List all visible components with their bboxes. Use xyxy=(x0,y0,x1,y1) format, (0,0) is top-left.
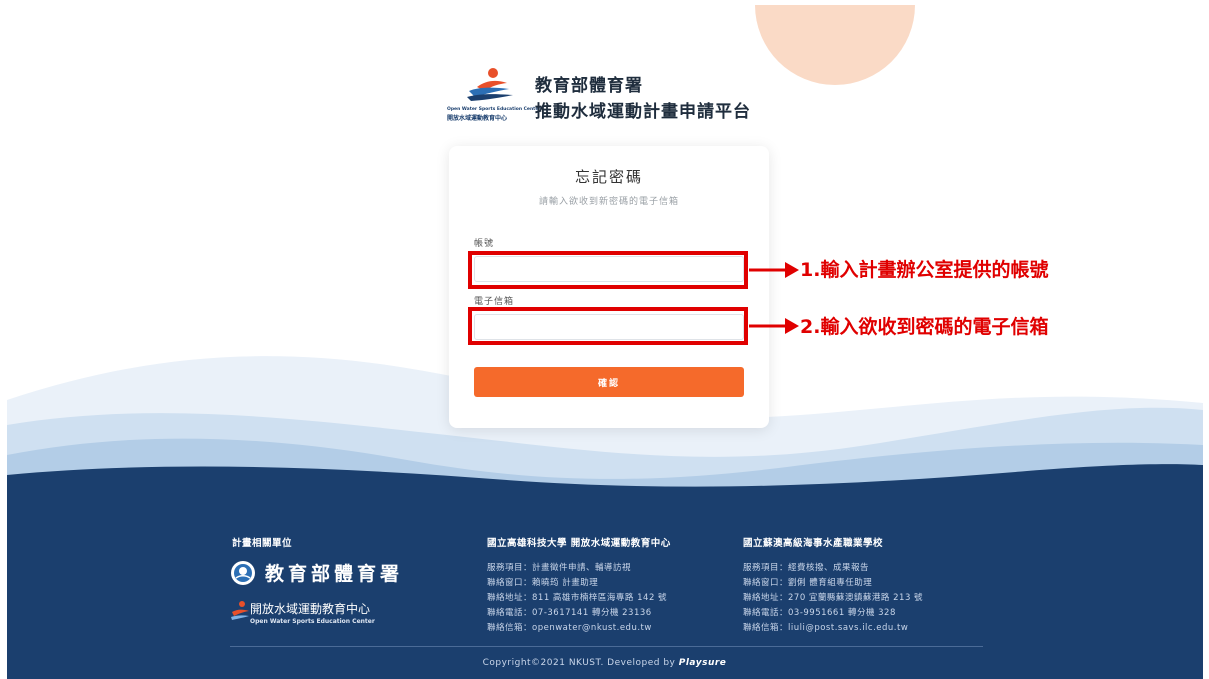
nkust-email[interactable]: 聯絡信箱：openwater@nkust.edu.tw xyxy=(487,621,652,633)
savs-contact: 聯絡窗口：劉俐 體育組專任助理 xyxy=(743,578,873,588)
swimmer-logo-icon xyxy=(467,68,513,101)
nkust-phone: 聯絡電話：07-3617141 轉分機 23136 xyxy=(487,608,652,618)
email-highlight-box xyxy=(468,307,748,345)
annotation-email-note: 2.輸入欲收到密碼的電子信箱 xyxy=(800,316,1049,338)
footer-divider xyxy=(230,646,983,647)
center-footer-name: 開放水域運動教育中心 xyxy=(250,602,371,616)
account-label: 帳號 xyxy=(474,239,495,249)
center-logo: Open Water Sports Education Center 開放水域運… xyxy=(447,67,541,123)
email-label: 電子信箱 xyxy=(474,297,515,307)
arrow-right-icon xyxy=(749,262,799,278)
savs-title: 國立蘇澳高級海事水產職業學校 xyxy=(743,538,884,549)
copyright: Copyright©2021 NKUST. Developed by Plays… xyxy=(0,658,1209,668)
site-title-org: 教育部體育署 xyxy=(535,76,643,96)
nkust-service: 服務項目：計畫徵件申請、輔導訪視 xyxy=(487,563,632,573)
site-title-platform: 推動水域運動計畫申請平台 xyxy=(535,102,751,122)
sports-admin-seal-icon xyxy=(231,561,255,585)
savs-phone: 聯絡電話：03-9951661 轉分機 328 xyxy=(743,608,896,618)
card-subtitle: 請輸入欲收到新密碼的電子信箱 xyxy=(538,197,679,207)
card-title: 忘記密碼 xyxy=(574,168,643,186)
arrow-right-icon xyxy=(749,318,799,334)
nkust-title: 國立高雄科技大學 開放水域運動教育中心 xyxy=(487,538,671,549)
center-footer-logo-icon xyxy=(231,601,249,620)
nkust-contact: 聯絡窗口：賴曉筠 計畫助理 xyxy=(487,578,599,588)
center-logo-zh-text: 開放水域運動教育中心 xyxy=(447,115,508,122)
savs-email[interactable]: 聯絡信箱：liuli@post.savs.ilc.edu.tw xyxy=(743,621,908,633)
center-footer-name-en: Open Water Sports Education Center xyxy=(250,618,375,625)
footer-related-title: 計畫相關單位 xyxy=(232,538,293,549)
center-logo-en-text: Open Water Sports Education Center xyxy=(447,107,541,112)
copyright-text: Copyright©2021 NKUST. Developed by xyxy=(482,658,676,668)
brand-header: Open Water Sports Education Center 開放水域運… xyxy=(447,67,787,127)
account-highlight-box xyxy=(468,251,748,289)
developer-link[interactable]: Playsure xyxy=(679,658,727,668)
sports-admin-name: 教育部體育署 xyxy=(265,563,404,585)
confirm-button[interactable]: 確認 xyxy=(474,367,744,397)
savs-address: 聯絡地址：270 宜蘭縣蘇澳鎮蘇港路 213 號 xyxy=(743,593,924,603)
nkust-address: 聯絡地址：811 高雄市楠梓區海專路 142 號 xyxy=(487,593,668,603)
page-frame: Open Water Sports Education Center 開放水域運… xyxy=(7,5,1203,679)
savs-service: 服務項目：經費核撥、成果報告 xyxy=(743,563,870,573)
annotation-account-note: 1.輸入計畫辦公室提供的帳號 xyxy=(800,259,1049,281)
